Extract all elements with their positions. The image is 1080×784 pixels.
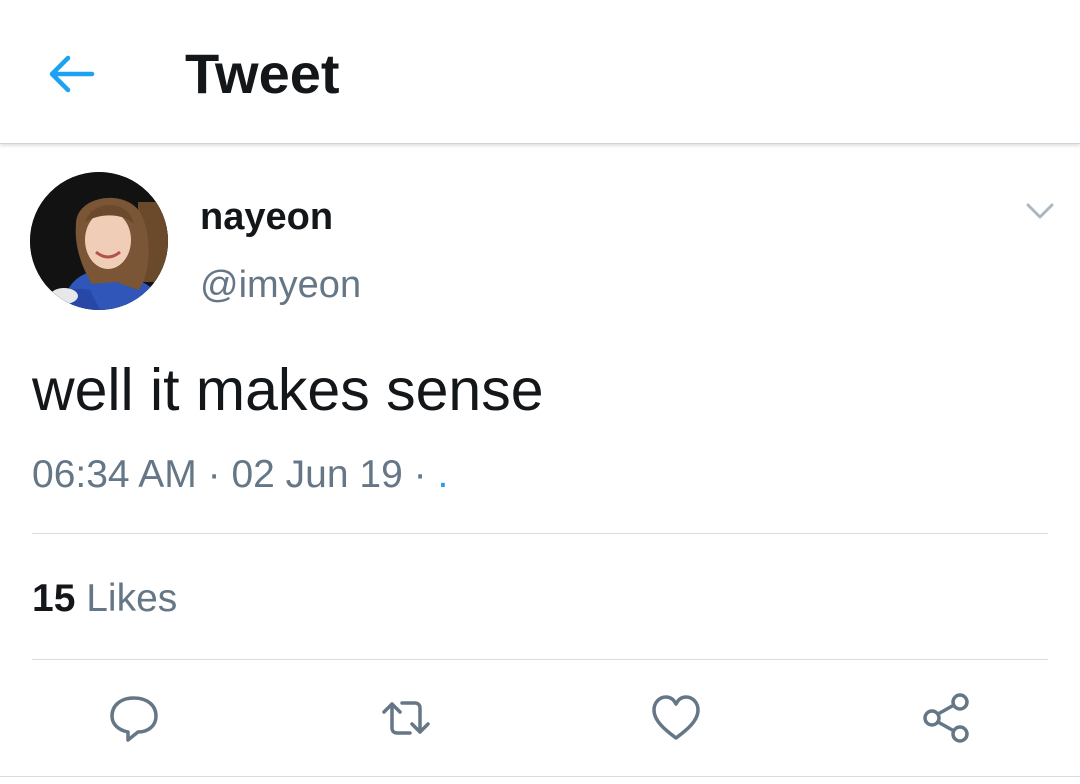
divider (32, 659, 1048, 660)
like-button[interactable] (648, 690, 704, 746)
separator: · (413, 453, 427, 496)
share-button[interactable] (918, 690, 974, 746)
arrow-left-icon (49, 55, 95, 93)
divider (32, 533, 1048, 534)
reply-icon (110, 696, 158, 742)
separator: · (207, 453, 221, 496)
author-display-name[interactable]: nayeon (200, 195, 333, 239)
likes-label: Likes (86, 577, 178, 620)
reply-button[interactable] (106, 690, 162, 746)
author-handle[interactable]: @imyeon (200, 263, 361, 307)
tweet-source[interactable]: . (437, 453, 448, 496)
tweet-date: 02 Jun 19 (231, 453, 403, 496)
chevron-down-icon (1026, 203, 1054, 219)
back-button[interactable] (44, 48, 100, 100)
retweet-button[interactable] (378, 690, 434, 746)
page-title: Tweet (185, 42, 340, 105)
profile-photo (30, 172, 168, 310)
divider (0, 776, 1080, 777)
top-app-bar: Tweet (0, 0, 1080, 144)
likes-stat[interactable]: 15 Likes (32, 576, 177, 622)
likes-count: 15 (32, 577, 76, 620)
tweet-metadata: 06:34 AM · 02 Jun 19 · . (32, 452, 448, 498)
share-icon (923, 693, 969, 743)
tweet-time: 06:34 AM (32, 453, 197, 496)
tweet-options-button[interactable] (1020, 198, 1060, 224)
retweet-icon (382, 701, 430, 735)
avatar[interactable] (30, 172, 168, 310)
tweet-text: well it makes sense (32, 357, 544, 423)
heart-icon (652, 695, 700, 740)
